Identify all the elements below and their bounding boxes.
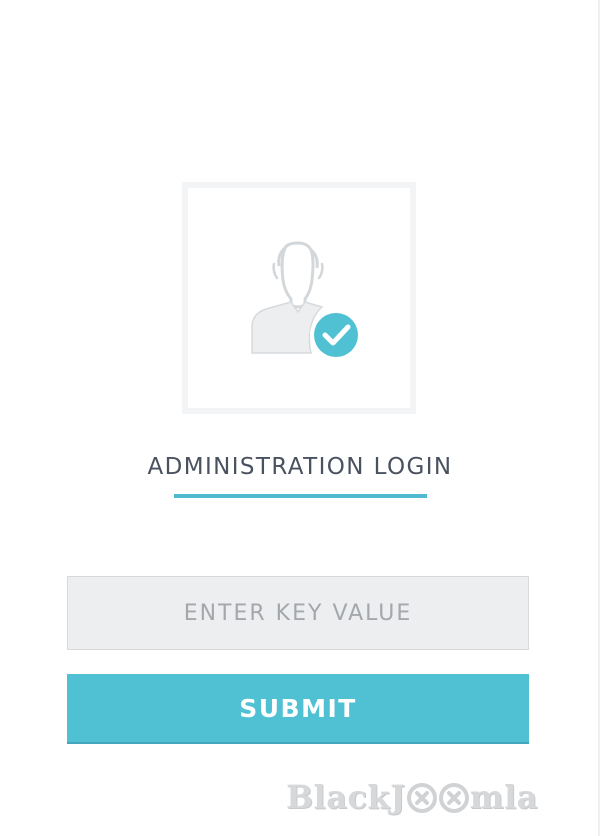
page-title: ADMINISTRATION LOGIN: [147, 454, 453, 480]
blackjoomla-watermark: BlackJ mla: [286, 772, 538, 822]
checkmark-icon: [310, 309, 362, 361]
title-underline: [174, 494, 427, 498]
user-verified-icon: [251, 241, 362, 361]
key-value-input[interactable]: [67, 576, 529, 650]
watermark-text-end: mla: [469, 778, 538, 816]
submit-button[interactable]: SUBMIT: [67, 674, 529, 744]
watermark-text-start: BlackJ: [286, 778, 406, 816]
joomla-logo-icon: [438, 783, 469, 813]
joomla-logo-icon: [406, 783, 437, 813]
avatar-frame: [182, 182, 416, 414]
